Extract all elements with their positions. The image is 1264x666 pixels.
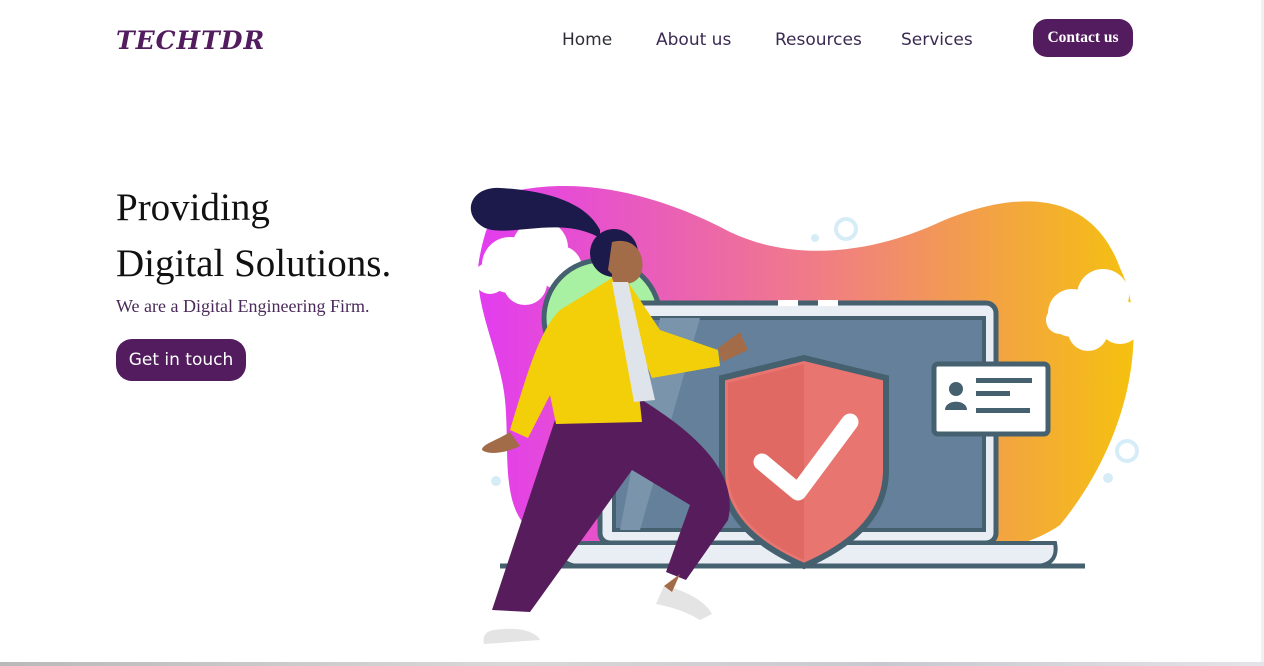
nav-services-link[interactable]: Services [901, 30, 973, 50]
hero-title: Providing Digital Solutions. [116, 180, 391, 292]
bubble-ring-icon [1115, 439, 1139, 463]
bottom-edge-bar [0, 662, 1264, 666]
bubble-dot-icon [491, 476, 501, 486]
nav-home-link[interactable]: Home [562, 30, 612, 50]
bubble-ring-icon [834, 217, 858, 241]
get-in-touch-button[interactable]: Get in touch [116, 339, 246, 381]
hero-title-line-2: Digital Solutions. [116, 242, 392, 285]
brand-logo[interactable]: TECHTDR [116, 26, 265, 55]
hero-illustration [470, 185, 1142, 644]
hero-subtitle: We are a Digital Engineering Firm. [116, 296, 370, 316]
landing-page: TECHTDR Home About us Resources Services… [0, 0, 1264, 666]
hero-title-line-1: Providing [116, 186, 270, 229]
id-card-icon [931, 361, 1051, 437]
bubble-dot-icon [811, 234, 819, 242]
contact-us-button[interactable]: Contact us [1033, 19, 1133, 57]
nav-about-link[interactable]: About us [656, 30, 731, 50]
bubble-dot-icon [1103, 473, 1113, 483]
nav-resources-link[interactable]: Resources [775, 30, 862, 50]
